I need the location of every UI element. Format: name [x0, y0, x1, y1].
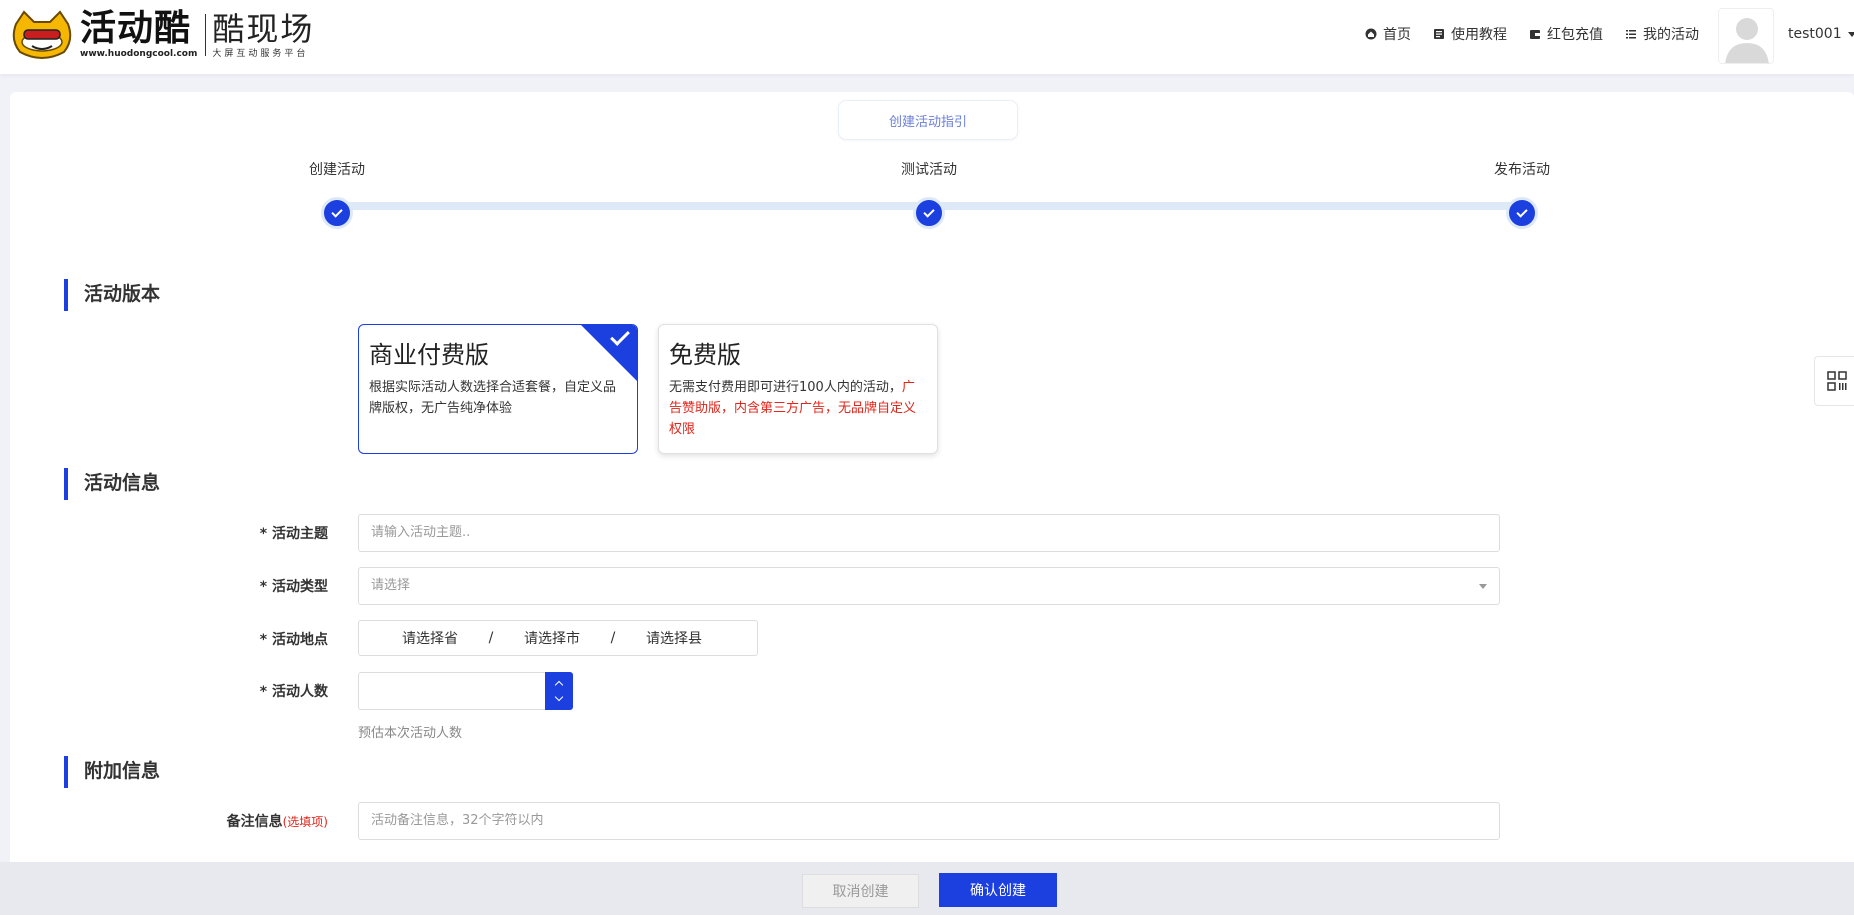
- logo-subbrand-tagline: 大屏互动服务平台: [212, 49, 309, 59]
- remark-input[interactable]: 活动备注信息，32个字符以内: [358, 802, 1500, 840]
- count-label: * 活动人数: [259, 684, 328, 700]
- nav-recharge-label: 红包充值: [1547, 27, 1603, 43]
- count-input[interactable]: [358, 672, 573, 710]
- remark-optional-tag: (选填项): [282, 815, 328, 829]
- step-create: 创建活动: [277, 160, 397, 229]
- dropdown-arrow-icon: [1479, 584, 1487, 589]
- region-separator: /: [488, 630, 494, 646]
- remark-placeholder: 活动备注信息，32个字符以内: [371, 813, 544, 828]
- type-placeholder: 请选择: [371, 578, 411, 593]
- step-publish: 发布活动: [1462, 160, 1582, 229]
- avatar[interactable]: [1718, 8, 1774, 64]
- logo-divider: [205, 14, 207, 56]
- nav-my-activities[interactable]: 我的活动: [1625, 24, 1699, 44]
- nav-my-activities-label: 我的活动: [1643, 27, 1699, 43]
- chevron-down-icon[interactable]: [554, 692, 564, 702]
- section-title-extra: 附加信息: [64, 756, 160, 788]
- step-publish-label: 发布活动: [1494, 162, 1550, 178]
- user-avatar-icon: [1719, 9, 1773, 63]
- confirm-create-button[interactable]: 确认创建: [939, 873, 1057, 907]
- city-select[interactable]: 请选择市: [497, 628, 607, 648]
- logo-subbrand: 酷现场 大屏互动服务平台: [212, 10, 314, 60]
- side-qrcode-button[interactable]: [1814, 356, 1854, 406]
- county-select[interactable]: 请选择县: [619, 628, 729, 648]
- nav-tutorial-label: 使用教程: [1451, 27, 1507, 43]
- plan-card-free[interactable]: 免费版 无需支付费用即可进行100人内的活动，广告赞助版，内含第三方广告，无品牌…: [658, 324, 938, 454]
- nav-home[interactable]: 首页: [1365, 24, 1411, 44]
- theme-input[interactable]: 请输入活动主题..: [358, 514, 1500, 552]
- create-guide-button[interactable]: 创建活动指引: [838, 100, 1018, 140]
- section-title-info: 活动信息: [64, 468, 160, 500]
- top-nav: 首页 使用教程 红包充值 我的活动: [1365, 24, 1699, 44]
- wallet-icon: [1530, 30, 1540, 39]
- list-icon: [1626, 30, 1636, 39]
- location-label: * 活动地点: [259, 632, 328, 648]
- user-menu[interactable]: test001: [1788, 26, 1854, 42]
- qrcode-icon: [1826, 371, 1847, 391]
- region-separator: /: [610, 630, 616, 646]
- caret-down-icon: [1847, 31, 1854, 37]
- step-check-icon: [321, 197, 353, 229]
- step-test: 测试活动: [869, 160, 989, 229]
- theme-placeholder: 请输入活动主题..: [371, 525, 471, 540]
- logo-text: 活动酷 www.huodongcool.com: [80, 10, 197, 60]
- step-check-icon: [1506, 197, 1538, 229]
- location-cascader[interactable]: 请选择省 / 请选择市 / 请选择县: [358, 620, 758, 656]
- home-icon: [1365, 28, 1377, 40]
- theme-label: * 活动主题: [259, 526, 328, 542]
- nav-home-label: 首页: [1383, 27, 1411, 43]
- chevron-up-icon[interactable]: [554, 680, 564, 690]
- nav-recharge[interactable]: 红包充值: [1529, 24, 1603, 44]
- plan-free-title: 免费版: [669, 341, 741, 369]
- logo-main-text: 活动酷: [80, 8, 192, 49]
- remark-label-text: 备注信息: [226, 814, 283, 830]
- plan-paid-desc: 根据实际活动人数选择合适套餐，自定义品牌版权，无广告纯净体验: [369, 380, 617, 416]
- cancel-create-button[interactable]: 取消创建: [802, 874, 919, 908]
- step-check-icon: [913, 197, 945, 229]
- nav-tutorial[interactable]: 使用教程: [1433, 24, 1507, 44]
- plan-free-desc-normal: 无需支付费用即可进行100人内的活动，: [669, 380, 902, 395]
- step-create-label: 创建活动: [309, 162, 365, 178]
- logo-subbrand-title: 酷现场: [212, 10, 315, 48]
- cat-mascot-icon: [10, 10, 74, 60]
- type-select[interactable]: 请选择: [358, 567, 1500, 605]
- province-select[interactable]: 请选择省: [375, 628, 485, 648]
- plan-card-paid[interactable]: 商业付费版 根据实际活动人数选择合适套餐，自定义品牌版权，无广告纯净体验: [358, 324, 638, 454]
- type-label: * 活动类型: [259, 579, 328, 595]
- remark-label: 备注信息(选填项): [148, 811, 328, 831]
- document-icon: [1434, 29, 1444, 39]
- username: test001: [1788, 26, 1842, 42]
- site-logo[interactable]: 活动酷 www.huodongcool.com 酷现场 大屏互动服务平台: [10, 10, 314, 60]
- count-stepper[interactable]: [545, 672, 573, 710]
- logo-url-text: www.huodongcool.com: [80, 49, 198, 59]
- section-title-version: 活动版本: [64, 279, 160, 311]
- step-test-label: 测试活动: [901, 162, 957, 178]
- count-hint: 预估本次活动人数: [358, 726, 463, 741]
- plan-free-desc: 无需支付费用即可进行100人内的活动，广告赞助版，内含第三方广告，无品牌自定义权…: [669, 377, 927, 440]
- bottom-action-bar: [0, 862, 1854, 915]
- top-header: 活动酷 www.huodongcool.com 酷现场 大屏互动服务平台 首页 …: [0, 0, 1854, 74]
